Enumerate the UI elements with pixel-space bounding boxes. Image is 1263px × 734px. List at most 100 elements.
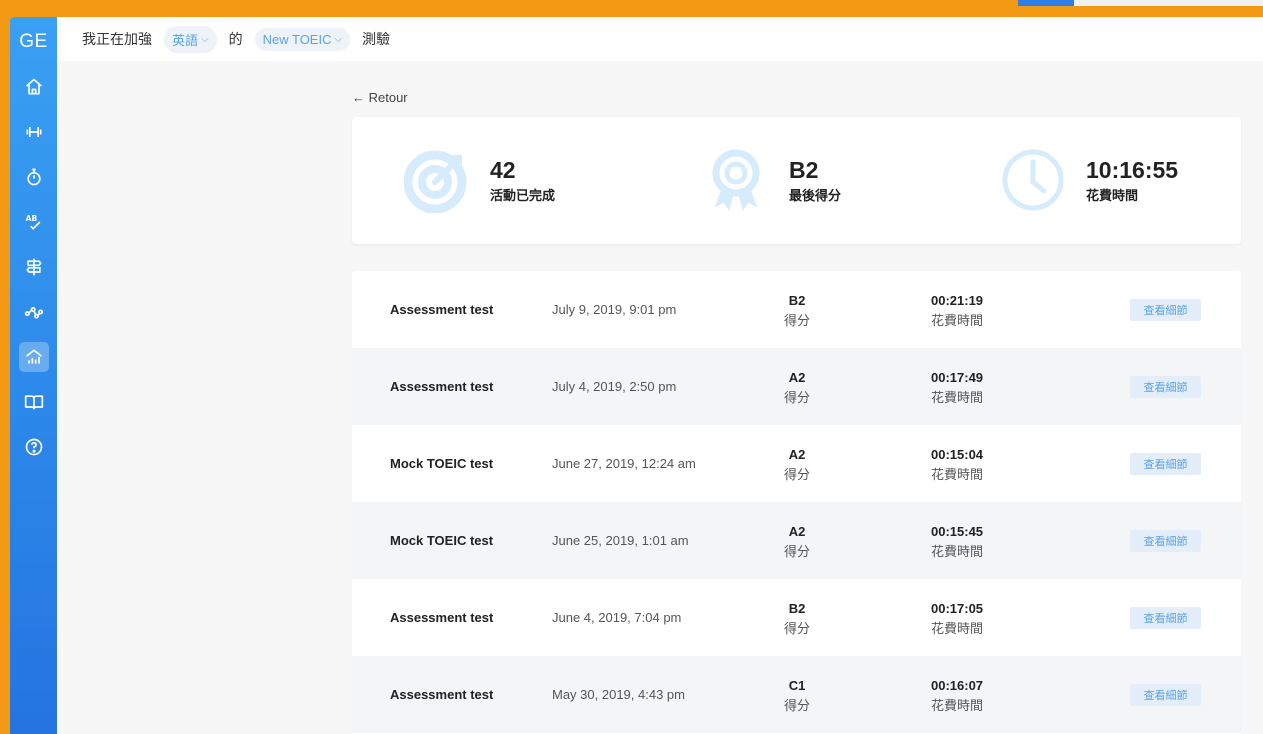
topbar-connector: 的 <box>228 31 243 47</box>
topbar-prefix: 我正在加強 <box>82 31 152 47</box>
score-label: 得分 <box>783 621 810 636</box>
target-icon <box>404 150 467 213</box>
list-item: Mock TOEIC test June 25, 2019, 1:01 am A… <box>352 502 1241 579</box>
activities-value: 42 <box>490 156 516 183</box>
test-time: 00:21:19 花費時間 <box>931 293 983 329</box>
test-name: Mock TOEIC test <box>390 533 494 548</box>
spellcheck-icon[interactable]: AB <box>19 207 49 237</box>
top-bar: 我正在加強 英語 ⌵ 的 New TOEIC ⌵ 測驗 <box>57 17 1263 61</box>
view-details-button[interactable]: 查看細節 <box>1130 684 1201 706</box>
test-time: 00:16:07 花費時間 <box>931 678 983 714</box>
view-details-button[interactable]: 查看細節 <box>1130 453 1201 475</box>
time-label: 花費時間 <box>931 544 984 559</box>
language-value: 英語 <box>172 32 199 48</box>
time-label: 花費時間 <box>931 698 984 713</box>
top-strip-blue <box>1018 0 1074 6</box>
list-item: Mock TOEIC test June 27, 2019, 12:24 am … <box>352 425 1241 502</box>
list-item: Assessment test July 9, 2019, 9:01 pm B2… <box>352 271 1241 348</box>
time-label: 花費時間 <box>931 390 984 405</box>
score-value: B2 <box>788 601 806 616</box>
test-score: B2 得分 <box>782 293 812 329</box>
test-date: July 9, 2019, 9:01 pm <box>552 302 677 317</box>
time-value: 00:17:05 <box>931 601 984 616</box>
time-label: 花費時間 <box>931 621 984 636</box>
score-value: B2 <box>788 293 806 308</box>
test-name: Assessment test <box>390 687 494 702</box>
svg-text:AB: AB <box>25 214 37 223</box>
top-strip-white <box>1074 0 1263 6</box>
stat-activities: 42 活動已完成 <box>404 147 555 213</box>
app-window: GE AB 我正在加強 英語 ⌵ 的 New TOEIC ⌵ 測驗 ← Reto… <box>10 17 1263 734</box>
list-item: Assessment test June 4, 2019, 7:04 pm B2… <box>352 579 1241 656</box>
test-time: 00:17:49 花費時間 <box>931 370 983 406</box>
exam-value: New TOEIC <box>262 31 332 47</box>
time-value: 00:16:07 <box>931 678 984 693</box>
time-value: 10:16:55 <box>1086 156 1179 183</box>
app-logo[interactable]: GE <box>19 27 47 57</box>
test-score: A2 得分 <box>782 370 812 406</box>
score-value: A2 <box>788 370 806 385</box>
test-time: 00:17:05 花費時間 <box>931 601 983 637</box>
test-date: July 4, 2019, 2:50 pm <box>552 379 677 394</box>
view-details-button[interactable]: 查看細節 <box>1130 530 1201 552</box>
language-selector[interactable]: 英語 ⌵ <box>164 25 217 53</box>
stat-score: B2 最後得分 <box>703 147 841 213</box>
time-label: 花費時間 <box>931 467 984 482</box>
chevron-down-icon: ⌵ <box>334 33 343 45</box>
test-time: 00:15:04 花費時間 <box>931 447 983 483</box>
time-value: 00:17:49 <box>931 370 984 385</box>
view-details-button[interactable]: 查看細節 <box>1130 376 1201 398</box>
clock-icon <box>1002 149 1064 211</box>
view-details-button[interactable]: 查看細節 <box>1130 607 1201 629</box>
book-icon[interactable] <box>19 387 49 417</box>
test-name: Mock TOEIC test <box>390 456 494 471</box>
stats-card: 42 活動已完成 B2 最後得分 10:16:55 花費時間 <box>352 117 1241 244</box>
exam-selector[interactable]: New TOEIC ⌵ <box>254 27 351 51</box>
time-value: 00:15:45 <box>931 524 984 539</box>
stat-time: 10:16:55 花費時間 <box>1000 147 1178 213</box>
test-name: Assessment test <box>390 379 494 394</box>
test-date: June 4, 2019, 7:04 pm <box>552 610 682 625</box>
score-value: A2 <box>788 524 806 539</box>
score-label: 得分 <box>783 698 810 713</box>
time-label: 花費時間 <box>931 313 984 328</box>
award-icon <box>712 149 760 211</box>
stopwatch-icon[interactable] <box>19 162 49 192</box>
chevron-down-icon: ⌵ <box>201 33 209 45</box>
home-icon[interactable] <box>19 72 49 102</box>
results-list: Assessment test July 9, 2019, 9:01 pm B2… <box>352 271 1241 734</box>
test-name: Assessment test <box>390 610 494 625</box>
score-label: 得分 <box>783 467 810 482</box>
network-icon[interactable] <box>19 297 49 327</box>
list-item: Assessment test July 4, 2019, 2:50 pm A2… <box>352 348 1241 425</box>
signpost-icon[interactable] <box>19 252 49 282</box>
dumbbell-icon[interactable] <box>19 117 49 147</box>
score-value: C1 <box>788 678 806 693</box>
help-icon[interactable] <box>19 432 49 462</box>
sidebar: GE AB <box>10 17 57 734</box>
score-label: 得分 <box>783 544 810 559</box>
time-value: 00:15:04 <box>931 447 984 462</box>
score-label: 得分 <box>783 390 810 405</box>
test-score: C1 得分 <box>782 678 812 714</box>
test-score: B2 得分 <box>782 601 812 637</box>
test-date: June 25, 2019, 1:01 am <box>552 533 689 548</box>
view-details-button[interactable]: 查看細節 <box>1130 299 1201 321</box>
score-value: A2 <box>788 447 806 462</box>
list-item: Assessment test May 30, 2019, 4:43 pm C1… <box>352 656 1241 733</box>
stats-icon[interactable] <box>18 342 49 372</box>
topbar-suffix: 測驗 <box>362 31 391 47</box>
test-time: 00:15:45 花費時間 <box>931 524 983 560</box>
test-name: Assessment test <box>390 302 494 317</box>
test-date: June 27, 2019, 12:24 am <box>552 456 696 471</box>
score-label: 得分 <box>783 313 810 328</box>
time-value: 00:21:19 <box>931 293 984 308</box>
test-date: May 30, 2019, 4:43 pm <box>552 687 685 702</box>
time-label: 花費時間 <box>1086 187 1139 203</box>
back-link[interactable]: ← Retour <box>352 90 408 105</box>
score-label: 最後得分 <box>789 187 842 203</box>
test-score: A2 得分 <box>782 447 812 483</box>
score-value: B2 <box>789 156 819 183</box>
test-score: A2 得分 <box>782 524 812 560</box>
activities-label: 活動已完成 <box>490 187 556 203</box>
